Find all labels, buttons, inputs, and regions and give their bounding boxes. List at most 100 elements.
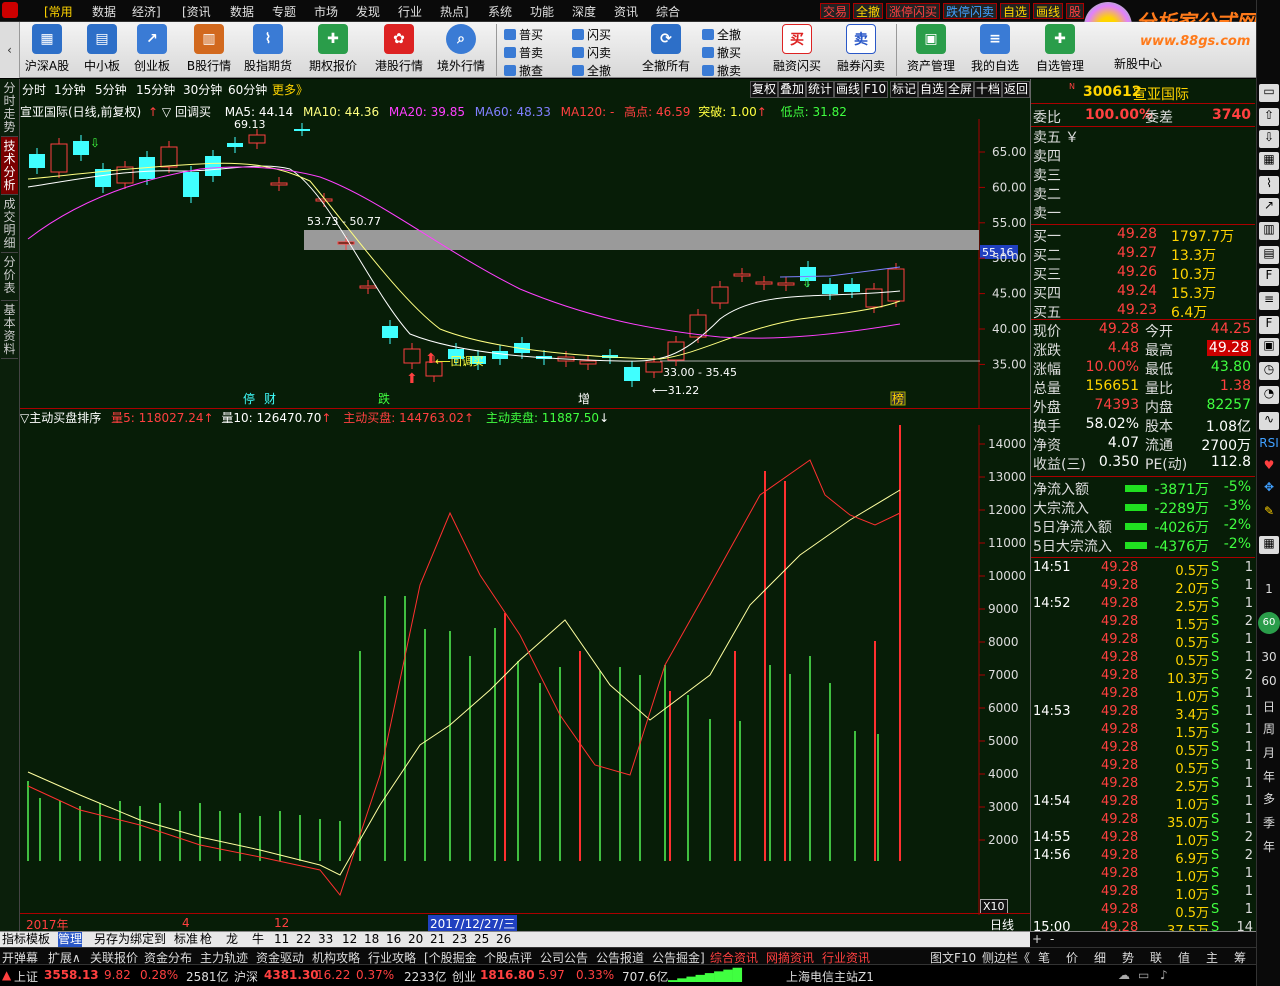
ask-row[interactable]: 卖四 [1031, 146, 1255, 165]
down-arrow-strip-icon[interactable]: ⇩ [1259, 130, 1279, 148]
period-5m[interactable]: 5分钟 [95, 81, 127, 98]
strip-day[interactable]: 日 [1259, 698, 1279, 716]
tb-zxb[interactable]: ▤ 中小板 [80, 24, 124, 74]
indicator-tab[interactable]: 绑定到 [130, 932, 166, 947]
chart-area[interactable]: 分时 1分钟 5分钟 15分钟 30分钟 60分钟 更多》 复权 叠加 统计 画… [20, 79, 1030, 932]
menu-shendu[interactable]: 深度 [572, 3, 596, 20]
pen-strip-icon[interactable]: ✎ [1259, 504, 1279, 522]
indicator-tab[interactable]: 指标 [2, 932, 26, 947]
indicator-tab[interactable]: 26 [496, 932, 511, 947]
indicator-tab[interactable]: 16 [386, 932, 401, 947]
indicator-tab[interactable]: 20 [408, 932, 423, 947]
event-tag-3[interactable]: 跌 [378, 391, 390, 406]
indicator-tab[interactable]: 另存为 [94, 932, 130, 947]
btn-diejia[interactable]: 叠加 [778, 81, 807, 98]
menu-zixun2[interactable]: 资讯 [614, 3, 638, 20]
tab-technical[interactable]: 技术分析 [1, 137, 18, 195]
tb-margin-buy[interactable]: 买融资闪买 [770, 24, 824, 74]
circle-60-icon[interactable]: 60 [1258, 612, 1280, 634]
strip-60[interactable]: 60 [1259, 674, 1279, 692]
menu-redian[interactable]: 热点] [440, 3, 469, 20]
trend-strip-icon[interactable]: ↗ [1259, 198, 1279, 216]
menu-faxian[interactable]: 发现 [356, 3, 380, 20]
btn-shidang[interactable]: 十档 [974, 81, 1003, 98]
f10-strip-icon[interactable]: F [1259, 268, 1279, 286]
indicator-tab[interactable]: 18 [364, 932, 379, 947]
draw-button[interactable]: 画线 [1033, 3, 1064, 19]
tb-qc[interactable]: 全撤 [702, 26, 741, 43]
menu-xitong[interactable]: 系统 [488, 3, 512, 20]
period-1m[interactable]: 1分钟 [54, 81, 86, 98]
kline-strip-icon[interactable]: ▥ [1259, 222, 1279, 240]
grid-strip-icon[interactable]: ▦ [1259, 536, 1279, 554]
bid-row[interactable]: 买三 49.26 10.3万 [1031, 264, 1255, 283]
chart-strip-icon[interactable]: ⌇ [1259, 176, 1279, 194]
strip-season[interactable]: 季 [1259, 814, 1279, 832]
up-arrow-strip-icon[interactable]: ⇧ [1259, 108, 1279, 126]
tb-ipo[interactable]: 新股中心 [1110, 55, 1166, 72]
tb-shanmai[interactable]: 闪买 [572, 26, 611, 43]
period-60m[interactable]: 60分钟 [228, 81, 267, 98]
strip-multi[interactable]: 多 [1259, 790, 1279, 808]
stock-name-label[interactable]: 宣亚国际(日线,前复权) [20, 105, 141, 119]
square-strip-icon[interactable]: ▣ [1259, 338, 1279, 356]
ask-row[interactable]: 卖一 [1031, 203, 1255, 222]
menu-shichang[interactable]: 市场 [314, 3, 338, 20]
table-strip-icon[interactable]: ▦ [1259, 152, 1279, 170]
tb-watch-manage[interactable]: ✚ 自选管理 [1032, 24, 1088, 74]
btn-huaxian[interactable]: 画线 [834, 81, 863, 98]
tb-shanmai2[interactable]: 闪卖 [572, 44, 611, 61]
event-tag-1[interactable]: 停 [243, 391, 255, 406]
sub-indicator-name[interactable]: ▽主动买盘排序 [20, 411, 101, 425]
menu-shuju2[interactable]: 数据 [230, 3, 254, 20]
indicator-tab[interactable]: 25 [474, 932, 489, 947]
btn-biaoji[interactable]: 标记 [890, 81, 919, 98]
limit-down-sell-button[interactable]: 跌停闪卖 [943, 3, 998, 19]
tab-fundamentals[interactable]: 基本资料 [1, 301, 18, 359]
tb-overseas[interactable]: ⌕ 境外行情 [434, 24, 488, 74]
event-tag-4[interactable]: 增 [578, 392, 590, 406]
menu-zhuanti[interactable]: 专题 [272, 3, 296, 20]
tb-hk[interactable]: ✿ 港股行情 [372, 24, 426, 74]
cancel-all-button[interactable]: 全撤 [853, 3, 884, 19]
event-tag-5[interactable]: 榜 [892, 391, 904, 406]
tb-bgu[interactable]: ▥ B股行情 [184, 24, 234, 74]
btn-quanping[interactable]: 全屏 [946, 81, 975, 98]
candlestick-chart[interactable]: 69.13 53.73 - 50.77 33.00 - 35.45 ⟵31.22… [20, 119, 1030, 409]
bid-row[interactable]: 买二 49.27 13.3万 [1031, 245, 1255, 264]
volume-chart[interactable]: 14000 13000 12000 11000 10000 9000 8000 7000 600… [20, 425, 1030, 915]
strip-week[interactable]: 周 [1259, 720, 1279, 738]
indicator-tab[interactable]: 23 [452, 932, 467, 947]
f-strip-icon[interactable]: F [1259, 316, 1279, 334]
tb-cyb[interactable]: ↗ 创业板 [130, 24, 174, 74]
x10-scale-button[interactable]: X10 [980, 899, 1008, 914]
strip-year[interactable]: 年 [1259, 768, 1279, 786]
btn-zixuan[interactable]: 自选 [918, 81, 947, 98]
indicator-tab[interactable]: 33 [318, 932, 333, 947]
tab-trades[interactable]: 成交明细 [1, 195, 18, 253]
tb-short-sell[interactable]: 卖融券闪卖 [834, 24, 888, 74]
btn-fuquan[interactable]: 复权 [750, 81, 779, 98]
tab-price-table[interactable]: 分价表 [1, 253, 18, 301]
indicator-tab[interactable]: 枪 [200, 932, 212, 947]
indicator-tab[interactable]: 牛 [252, 932, 264, 947]
tb-quanche[interactable]: 全撤 [572, 62, 611, 79]
period-fenshi[interactable]: 分时 [22, 81, 46, 98]
indicator-name[interactable]: 回调买 [175, 105, 211, 119]
heart-strip-icon[interactable]: ♥ [1259, 458, 1279, 476]
indicator-tab[interactable]: 11 [274, 932, 289, 947]
rsi-strip-icon[interactable]: RSI [1259, 436, 1279, 454]
tb-pumai[interactable]: 普买 [504, 26, 543, 43]
tb-pumai2[interactable]: 普卖 [504, 44, 543, 61]
clock-strip-icon[interactable]: ◷ [1259, 362, 1279, 380]
indicator-tab[interactable]: 龙 [226, 932, 238, 947]
indicator-tab[interactable]: 标准 [174, 932, 198, 947]
ask-row[interactable]: 卖五 ￥ [1031, 127, 1255, 146]
ask-row[interactable]: 卖二 [1031, 184, 1255, 203]
limit-up-buy-button[interactable]: 涨停闪买 [886, 3, 941, 19]
indicator-tab[interactable]: 21 [430, 932, 445, 947]
ask-row[interactable]: 卖三 [1031, 165, 1255, 184]
menu-shuju[interactable]: 数据 [92, 3, 116, 20]
wave-strip-icon[interactable]: ∿ [1259, 412, 1279, 430]
bar-strip-icon[interactable]: ▤ [1259, 246, 1279, 264]
